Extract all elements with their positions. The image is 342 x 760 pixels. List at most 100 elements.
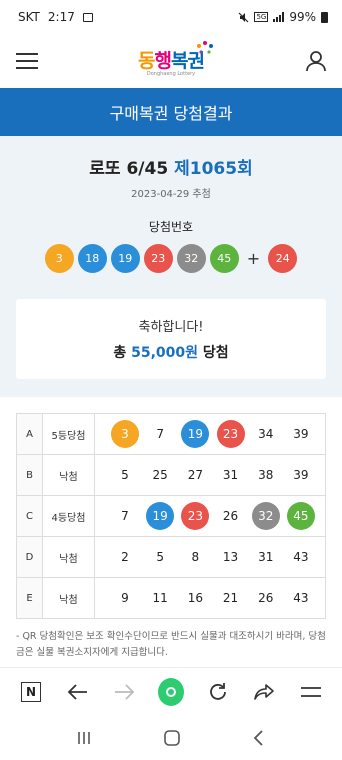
congrats-message: 축하합니다! [138,320,204,335]
winning-ball: 18 [77,244,107,273]
back-button[interactable] [65,679,91,705]
logo-burst-icon [196,40,213,54]
page-title: 구매복권 당첨결과 [0,88,342,136]
ticket-number: 27 [187,468,204,482]
forward-button[interactable] [111,679,137,705]
browser-toolbar: N [0,667,342,715]
game-label: C [16,495,43,537]
bonus-ball: 24 [268,244,298,273]
ticket-numbers: 7 19 23 26 32 45 [94,495,326,537]
winning-ball: 23 [143,244,173,273]
ticket-number: 16 [187,591,204,605]
game-label: A [16,413,43,455]
plus-sign: + [246,249,261,268]
ticket-number: 7 [156,427,164,441]
ticket-numbers: 5 25 27 31 38 39 [94,454,326,496]
ticket-numbers: 2 5 8 13 31 43 [94,536,326,578]
menu-icon[interactable] [16,53,38,69]
network-badge: 5G [254,12,269,22]
game-name: 로또 6/45 [89,159,169,179]
result-label: 낙첨 [42,577,95,619]
system-nav-bar [0,715,342,760]
n-icon: N [21,681,41,702]
ticket-numbers: 9 11 16 21 26 43 [94,577,326,619]
ticket-number: 32 [251,502,280,530]
logo-text-b: 행 [154,49,173,72]
game-label: E [16,577,43,619]
share-button[interactable] [251,679,277,705]
top-nav: 동행복권 Donghaeng Lottery [0,34,342,88]
ticket-number: 39 [293,427,309,441]
back-nav-icon[interactable] [252,729,266,747]
table-row: E 낙첨 9 11 16 21 26 43 [16,577,326,619]
arrow-left-icon [67,683,87,700]
browser-menu-button[interactable] [298,679,324,705]
arrow-right-icon [115,683,135,700]
game-label: D [16,536,43,578]
congrats-card: 축하합니다! 총 55,000원 당첨 [16,299,326,379]
winning-ball: 3 [44,244,74,273]
table-row: D 낙첨 2 5 8 13 31 43 [16,536,326,578]
mute-icon [239,12,249,22]
share-icon [254,683,275,700]
result-label: 4등당첨 [42,495,95,537]
ticket-number: 2 [121,550,129,564]
ticket-number: 39 [293,468,309,482]
ticket-table-wrap: A 5등당첨 3 7 19 23 34 39 B 낙첨 5 25 27 31 38 39 C 4등당첨 7 19 23 2… [0,397,342,619]
refresh-button[interactable] [205,679,231,705]
winning-ball: 19 [110,244,140,273]
ticket-number: 34 [258,427,274,441]
winning-numbers-label: 당첨번호 [148,220,194,234]
ticket-number: 8 [191,550,200,564]
ticket-number: 23 [181,502,210,530]
naver-n-button[interactable]: N [18,679,44,705]
result-label: 낙첨 [42,536,95,578]
result-label: 5등당첨 [42,413,95,455]
draw-date: 2023-04-29 추첨 [131,189,211,200]
ticket-number: 11 [152,591,168,605]
ticket-number: 25 [152,468,168,482]
ticket-number: 7 [121,509,129,523]
winning-ball: 32 [176,244,206,273]
ticket-number: 21 [222,591,239,605]
ticket-number: 3 [111,420,139,448]
ticket-number: 23 [216,420,245,448]
prize-suffix: 당첨 [202,345,229,361]
menu-lines-icon [300,686,321,697]
notice-text: - QR 당첨확인은 보조 확인수단이므로 반드시 실물과 대조하시기 바라며,… [16,631,326,658]
table-row: A 5등당첨 3 7 19 23 34 39 [16,413,326,455]
user-icon[interactable] [304,49,328,73]
prize-total: 총 55,000원 당첨 [113,342,228,362]
ticket-number: 9 [121,591,129,605]
carrier-label: SKT [18,10,40,24]
logo[interactable]: 동행복권 Donghaeng Lottery [138,40,213,77]
ticket-number: 31 [222,468,239,482]
gallery-notification-icon [82,12,93,22]
signal-icon [273,12,285,22]
ticket-number: 26 [222,509,239,523]
ticket-number: 19 [181,420,210,448]
refresh-icon [209,682,226,700]
home-button[interactable] [157,677,184,706]
draw-round: 제1065회 [174,159,253,179]
ticket-number: 5 [121,468,129,482]
table-row: B 낙첨 5 25 27 31 38 39 [16,454,326,496]
ticket-number: 26 [258,591,274,605]
winning-numbers: 3 18 19 23 32 45 + 24 [16,244,326,273]
battery-icon [321,11,328,23]
prize-amount: 55,000원 [131,345,199,361]
home-icon[interactable] [163,729,181,747]
status-bar: SKT 2:17 5G 99% [0,0,342,34]
ticket-numbers: 3 7 19 23 34 39 [94,413,326,455]
ticket-number: 45 [286,502,315,530]
prize-prefix: 총 [113,345,127,361]
ticket-number: 43 [293,591,309,605]
recent-apps-icon[interactable] [76,730,92,746]
ticket-number: 19 [146,502,175,530]
logo-text-a: 동 [138,49,156,72]
battery-percent: 99% [289,10,316,24]
result-label: 낙첨 [42,454,95,496]
draw-result-section: 로또 6/45 제1065회 2023-04-29 추첨 당첨번호 3 18 1… [0,136,342,397]
ticket-number: 38 [258,468,274,482]
clock: 2:17 [47,10,75,24]
